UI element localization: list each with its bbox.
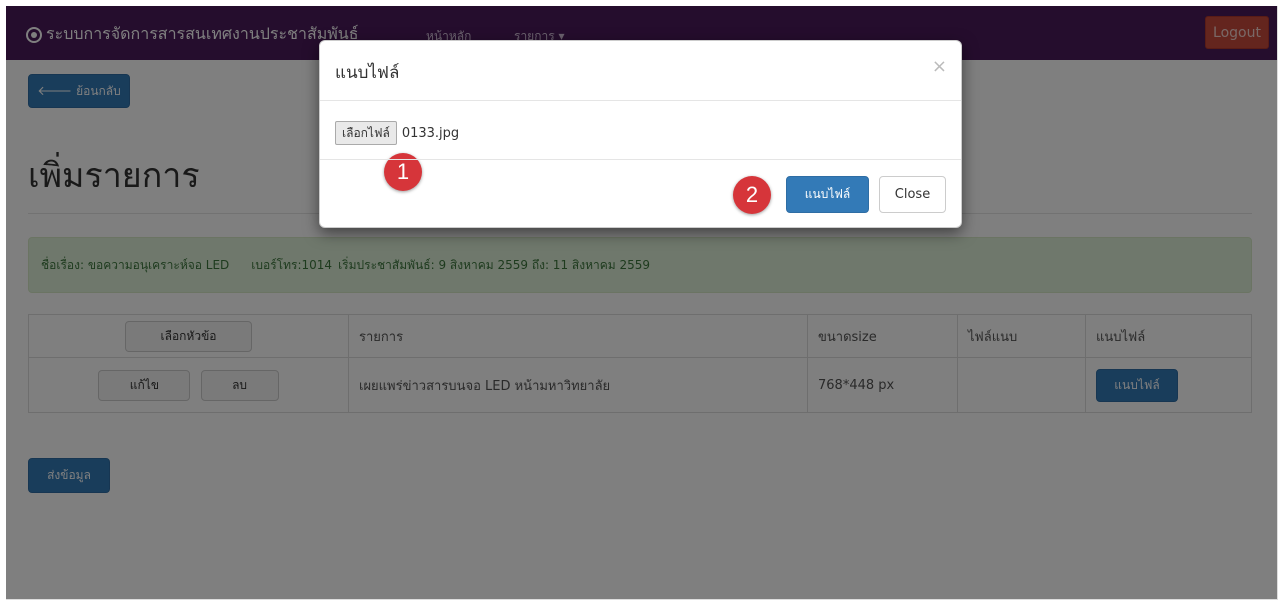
attach-file-modal: แนบไฟล์ × เลือกไฟล์ 0133.jpg 1 แนบไฟล์ C… [319, 40, 962, 228]
modal-footer: แนบไฟล์ Close 2 [320, 159, 961, 229]
file-name: 0133.jpg [401, 125, 460, 141]
file-input[interactable]: เลือกไฟล์ 0133.jpg [335, 121, 459, 145]
modal-close-button[interactable]: Close [879, 176, 946, 213]
modal-attach-button[interactable]: แนบไฟล์ [786, 176, 869, 213]
modal-header: แนบไฟล์ × [320, 41, 961, 101]
close-icon[interactable]: × [932, 56, 947, 77]
modal-title: แนบไฟล์ [335, 63, 400, 83]
app-window: ระบบการจัดการสารสนเทศงานประชาสัมพันธ์ หน… [6, 6, 1278, 600]
step-marker-2: 2 [733, 176, 771, 214]
choose-file-button[interactable]: เลือกไฟล์ [335, 121, 397, 145]
